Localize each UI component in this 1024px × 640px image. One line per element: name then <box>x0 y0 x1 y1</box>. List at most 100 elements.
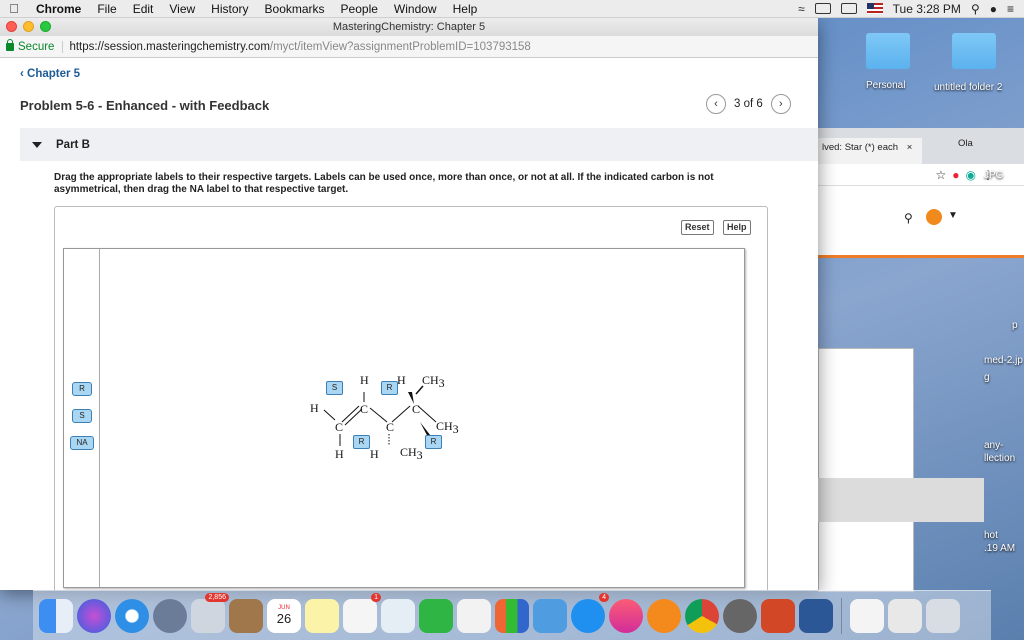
preview-icon[interactable] <box>381 598 415 633</box>
window-titlebar: MasteringChemistry: Chapter 5 <box>0 18 818 36</box>
draggable-label-na[interactable]: NA <box>70 436 94 450</box>
bond <box>391 405 411 423</box>
itunes-icon[interactable] <box>609 598 643 633</box>
desktop-file-med[interactable]: med-2.jp <box>984 355 1023 366</box>
atom-ch3-text: CH <box>436 419 453 433</box>
mail-icon[interactable]: 2,856 <box>191 592 229 633</box>
ibooks-icon[interactable] <box>647 598 681 633</box>
reset-button[interactable]: Reset <box>681 220 714 235</box>
menu-app-name[interactable]: Chrome <box>28 2 89 16</box>
draggable-label-r[interactable]: R <box>72 382 92 396</box>
menu-window[interactable]: Window <box>386 2 445 16</box>
previous-problem-button[interactable]: ‹ <box>706 94 726 114</box>
close-tab-icon[interactable]: × <box>907 142 913 153</box>
desktop-folder-untitled[interactable]: untitled folder 2 <box>934 82 1002 93</box>
siri-icon[interactable] <box>77 598 111 633</box>
bell-icon[interactable]: ⚲ <box>904 211 913 225</box>
folder-icon[interactable] <box>952 33 996 69</box>
finder-icon[interactable] <box>39 598 73 633</box>
menu-file[interactable]: File <box>89 2 124 16</box>
zoom-window-button[interactable] <box>40 21 51 32</box>
url-path[interactable]: /myct/itemView?assignmentProblemID=10379… <box>270 41 531 53</box>
clock[interactable]: Tue 3:28 PM <box>893 2 961 16</box>
menu-people[interactable]: People <box>333 2 386 16</box>
bond <box>323 409 336 421</box>
avatar[interactable] <box>926 209 942 225</box>
drop-target-4[interactable]: R <box>425 435 442 449</box>
keynote-icon[interactable] <box>533 598 567 633</box>
download-stack-icon[interactable] <box>888 598 922 633</box>
notification-center-icon[interactable]: ≡ <box>1007 2 1014 16</box>
desktop-file-g[interactable]: g <box>984 372 990 383</box>
calendar-day: 26 <box>276 611 292 626</box>
collapse-triangle-icon[interactable] <box>32 141 42 148</box>
contacts-icon[interactable] <box>229 598 263 633</box>
spotlight-search-icon[interactable]: ⚲ <box>971 2 980 16</box>
drop-target-3[interactable]: R <box>353 435 370 449</box>
drag-drop-canvas: R S NA H C H H C C H H C CH3 CH3 CH3 S R… <box>63 248 745 588</box>
chrome-icon[interactable] <box>685 598 719 633</box>
drop-target-1[interactable]: S <box>326 381 343 395</box>
next-problem-button[interactable]: › <box>770 94 791 114</box>
textedit-icon[interactable] <box>457 598 491 633</box>
powerpoint-icon[interactable] <box>761 598 795 633</box>
menu-edit[interactable]: Edit <box>125 2 162 16</box>
background-tab-2[interactable]: Ola <box>958 138 973 149</box>
lock-icon <box>6 38 14 51</box>
trash-icon[interactable] <box>926 598 960 633</box>
notes-icon[interactable] <box>305 598 339 633</box>
desktop-file-screenshot[interactable]: hot <box>984 530 998 541</box>
reminders-icon[interactable]: 1 <box>343 592 381 633</box>
input-source-flag-icon[interactable] <box>866 3 883 14</box>
url-host[interactable]: https://session.masteringchemistry.com <box>69 41 269 53</box>
secure-label[interactable]: Secure <box>18 40 64 53</box>
bond <box>417 405 437 423</box>
menu-history[interactable]: History <box>203 2 256 16</box>
menu-help[interactable]: Help <box>445 2 486 16</box>
siri-icon[interactable]: ● <box>990 2 997 16</box>
close-window-button[interactable] <box>6 21 17 32</box>
chevron-left-icon: ‹ <box>20 68 28 80</box>
desktop-file-time[interactable]: .19 AM <box>984 543 1015 554</box>
facetime-icon[interactable] <box>419 598 453 633</box>
extension-icon[interactable]: ● <box>952 168 959 182</box>
minimize-window-button[interactable] <box>23 21 34 32</box>
system-preferences-icon[interactable] <box>723 598 757 633</box>
help-button[interactable]: Help <box>723 220 751 235</box>
numbers-icon[interactable] <box>495 598 529 633</box>
atom-c: C <box>386 420 394 434</box>
address-bar[interactable]: Secure https://session.masteringchemistr… <box>0 36 818 58</box>
background-tab-bar: lved: Star (*) each × Ola <box>818 128 1024 164</box>
desktop-file-collection[interactable]: llection <box>984 453 1015 464</box>
document-stack-icon[interactable] <box>850 598 884 633</box>
folder-icon[interactable] <box>866 33 910 69</box>
back-to-chapter-link[interactable]: ‹ Chapter 5 <box>20 68 80 80</box>
launchpad-icon[interactable] <box>153 598 187 633</box>
draggable-label-s[interactable]: S <box>72 409 92 423</box>
menu-view[interactable]: View <box>161 2 203 16</box>
word-icon[interactable] <box>799 598 833 633</box>
apple-icon[interactable]:  <box>0 1 28 16</box>
menu-bookmarks[interactable]: Bookmarks <box>257 2 333 16</box>
app-store-icon[interactable]: 4 <box>571 592 609 633</box>
background-tab[interactable]: lved: Star (*) each × <box>818 138 922 164</box>
atom-ch3-subscript: 3 <box>439 376 445 390</box>
safari-icon[interactable] <box>115 598 149 633</box>
star-icon[interactable]: ☆ <box>936 168 947 182</box>
atom-c: C <box>360 402 368 416</box>
chevron-down-icon[interactable]: ▼ <box>948 210 958 221</box>
desktop-file-p[interactable]: p <box>1012 320 1018 331</box>
calendar-icon[interactable]: JUN 26 <box>267 598 301 633</box>
desktop-folder-personal[interactable]: Personal <box>866 80 905 91</box>
drop-target-2[interactable]: R <box>381 381 398 395</box>
part-header[interactable]: Part B <box>20 128 818 161</box>
desktop-file-jpg[interactable]: JPG <box>984 170 1003 181</box>
wifi-icon[interactable]: ≈ <box>798 2 805 16</box>
airplay-icon[interactable] <box>814 3 831 14</box>
desktop-file-any[interactable]: any- <box>984 440 1003 451</box>
grammarly-icon[interactable]: ◉ <box>966 168 976 182</box>
atom-ch3: CH3 <box>422 373 445 390</box>
menubar-status-area: ≈ Tue 3:28 PM ⚲ ● ≡ <box>798 2 1024 16</box>
battery-icon[interactable] <box>840 3 857 14</box>
chevron-left-icon: ‹ <box>714 98 718 110</box>
